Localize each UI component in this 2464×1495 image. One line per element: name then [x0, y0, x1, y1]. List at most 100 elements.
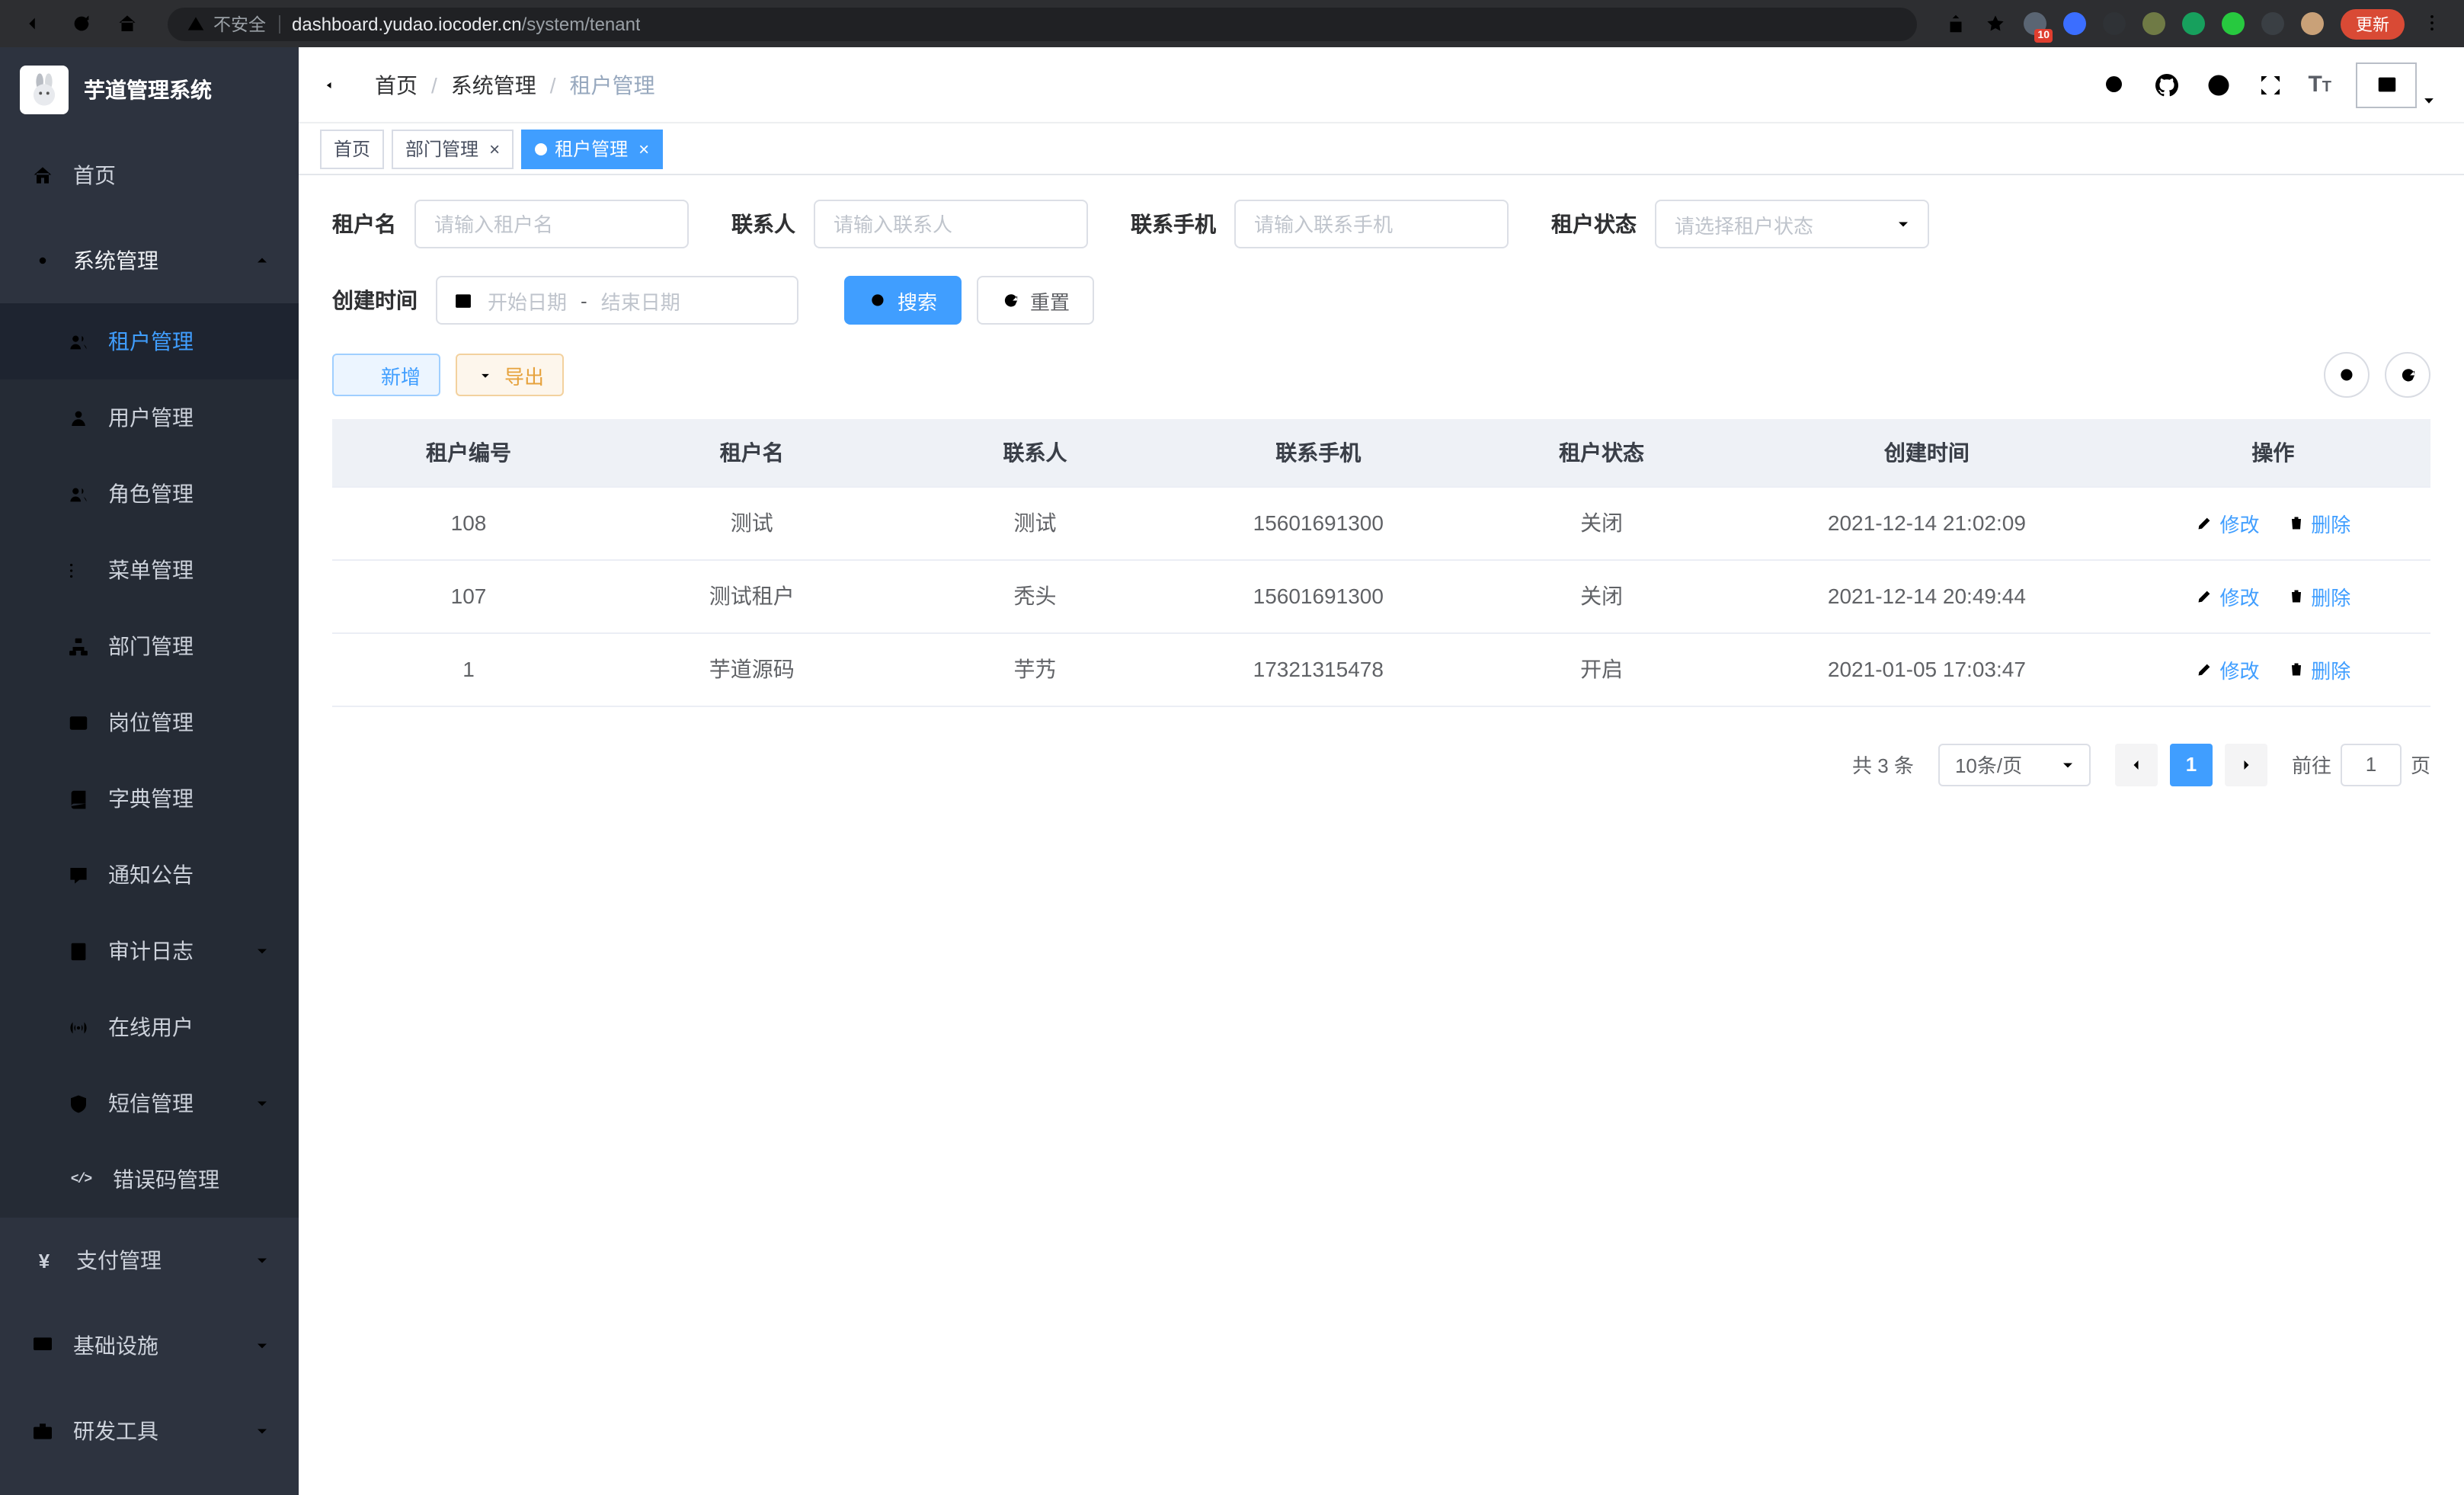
sidebar-item-label: 字典管理	[108, 783, 194, 814]
browser-reload-icon[interactable]	[61, 4, 101, 43]
logo[interactable]: 芋道管理系统	[0, 47, 299, 133]
sidebar-item-menu-management[interactable]: 菜单管理	[0, 532, 299, 608]
github-icon[interactable]	[2152, 71, 2180, 98]
export-button[interactable]: 导出	[456, 354, 564, 396]
table-row: 107 测试租户 秃头 15601691300 关闭 2021-12-14 20…	[332, 559, 2430, 632]
sidebar-item-online-users[interactable]: 在线用户	[0, 989, 299, 1065]
next-page-button[interactable]	[2225, 743, 2267, 786]
sidebar-item-infrastructure[interactable]: 基础设施	[0, 1303, 299, 1388]
fullscreen-icon[interactable]	[2256, 71, 2283, 98]
table-row: 108 测试 测试 15601691300 关闭 2021-12-14 21:0…	[332, 486, 2430, 559]
extension-icon[interactable]	[2182, 12, 2205, 35]
security-warning[interactable]: 不安全	[186, 11, 266, 36]
font-size-icon[interactable]: TT	[2308, 73, 2331, 96]
sidebar-item-post-management[interactable]: 岗位管理	[0, 684, 299, 760]
browser-back-icon[interactable]	[15, 4, 55, 43]
delete-link[interactable]: 删除	[2286, 508, 2350, 537]
user-avatar[interactable]	[2356, 62, 2437, 107]
cell-created: 2021-12-14 21:02:09	[1738, 486, 2116, 559]
tab-department-management[interactable]: 部门管理 ×	[392, 129, 514, 168]
sidebar-item-label: 基础设施	[73, 1330, 158, 1361]
sidebar-item-system-management[interactable]: 系统管理	[0, 218, 299, 303]
page-number-button[interactable]: 1	[2170, 743, 2213, 786]
sidebar-toggle-icon[interactable]	[299, 46, 375, 123]
extension-icon[interactable]	[2063, 12, 2086, 35]
search-button[interactable]: 搜索	[844, 276, 962, 325]
toggle-search-button[interactable]	[2324, 352, 2370, 398]
address-bar[interactable]: 不安全 dashboard.yudao.iocoder.cn/system/te…	[168, 7, 1917, 40]
sidebar-item-user-management[interactable]: 用户管理	[0, 379, 299, 456]
sidebar-item-dev-tools[interactable]: 研发工具	[0, 1388, 299, 1474]
reset-button-label: 重置	[1030, 286, 1070, 315]
breadcrumb-separator: /	[431, 72, 437, 97]
extension-icon[interactable]	[2301, 12, 2324, 35]
tab-home[interactable]: 首页	[320, 129, 384, 168]
refresh-table-button[interactable]	[2385, 352, 2430, 398]
breadcrumb-home[interactable]: 首页	[375, 69, 418, 100]
edit-link[interactable]: 修改	[2195, 655, 2259, 683]
extension-icon[interactable]	[2103, 12, 2126, 35]
sidebar-item-label: 错误码管理	[113, 1164, 219, 1195]
delete-link[interactable]: 删除	[2286, 655, 2350, 683]
search-icon[interactable]	[2101, 71, 2128, 98]
sidebar-item-tenant-management[interactable]: 租户管理	[0, 303, 299, 379]
contact-input[interactable]	[814, 200, 1088, 248]
phone-input[interactable]	[1234, 200, 1509, 248]
column-header: 租户编号	[332, 419, 605, 486]
edit-link[interactable]: 修改	[2195, 581, 2259, 610]
breadcrumb-system[interactable]: 系统管理	[451, 69, 536, 100]
share-icon[interactable]	[1944, 10, 1967, 37]
sidebar-item-home[interactable]: 首页	[0, 133, 299, 218]
column-header: 操作	[2116, 419, 2430, 486]
gear-icon	[30, 248, 55, 273]
browser-menu-icon[interactable]	[2421, 10, 2443, 37]
help-icon[interactable]	[2204, 71, 2232, 98]
extension-icon[interactable]	[2222, 12, 2245, 35]
book-icon	[67, 787, 90, 810]
status-select[interactable]: 请选择租户状态	[1655, 200, 1929, 248]
add-button[interactable]: 新增	[332, 354, 440, 396]
prev-page-button[interactable]	[2115, 743, 2158, 786]
navbar-actions: TT	[2101, 62, 2464, 107]
delete-link[interactable]: 删除	[2286, 581, 2350, 610]
search-form: 租户名 联系人 联系手机 租户状态 请选择租户状态	[332, 200, 2430, 276]
tab-label: 部门管理	[405, 136, 478, 162]
sidebar-item-audit-log[interactable]: 审计日志	[0, 913, 299, 989]
pencil-icon	[2195, 587, 2213, 605]
edit-link[interactable]: 修改	[2195, 508, 2259, 537]
browser-toolbar: 不安全 dashboard.yudao.iocoder.cn/system/te…	[0, 0, 2464, 47]
browser-home-icon[interactable]	[107, 4, 146, 43]
tenant-name-input[interactable]	[414, 200, 689, 248]
sidebar-item-dict-management[interactable]: 字典管理	[0, 760, 299, 837]
breadcrumb: 首页 / 系统管理 / 租户管理	[375, 69, 655, 100]
browser-update-button[interactable]: 更新	[2341, 8, 2405, 39]
sidebar-item-payment-management[interactable]: ¥ 支付管理	[0, 1218, 299, 1303]
goto-page-input[interactable]	[2341, 743, 2402, 786]
sidebar-item-role-management[interactable]: 角色管理	[0, 456, 299, 532]
extension-icon[interactable]: 10	[2024, 12, 2046, 35]
close-icon[interactable]: ×	[489, 139, 500, 158]
page-size-select[interactable]: 10条/页	[1938, 743, 2091, 786]
add-button-label: 新增	[381, 360, 421, 389]
sidebar-item-department-management[interactable]: 部门管理	[0, 608, 299, 684]
sidebar-item-label: 通知公告	[108, 860, 194, 890]
edit-label: 修改	[2219, 655, 2259, 683]
sidebar-item-notice[interactable]: 通知公告	[0, 837, 299, 913]
cell-phone: 17321315478	[1172, 632, 1466, 706]
person-icon	[67, 406, 90, 429]
caret-down-icon	[2421, 92, 2437, 107]
date-range-picker[interactable]: 开始日期 - 结束日期	[436, 276, 798, 325]
bookmark-star-icon[interactable]	[1984, 10, 2007, 37]
reset-button[interactable]: 重置	[977, 276, 1094, 325]
sidebar-item-errorcode-management[interactable]: </> 错误码管理	[0, 1141, 299, 1218]
security-warning-label: 不安全	[213, 11, 266, 36]
sidebar-item-label: 在线用户	[108, 1012, 194, 1042]
pencil-icon	[2195, 660, 2213, 678]
extension-icon[interactable]	[2142, 12, 2165, 35]
close-icon[interactable]: ×	[638, 139, 649, 158]
extension-icon[interactable]	[2261, 12, 2284, 35]
list-icon	[67, 559, 90, 581]
cell-contact: 测试	[899, 486, 1172, 559]
tab-tenant-management[interactable]: 租户管理 ×	[521, 129, 663, 168]
sidebar-item-sms-management[interactable]: 短信管理	[0, 1065, 299, 1141]
